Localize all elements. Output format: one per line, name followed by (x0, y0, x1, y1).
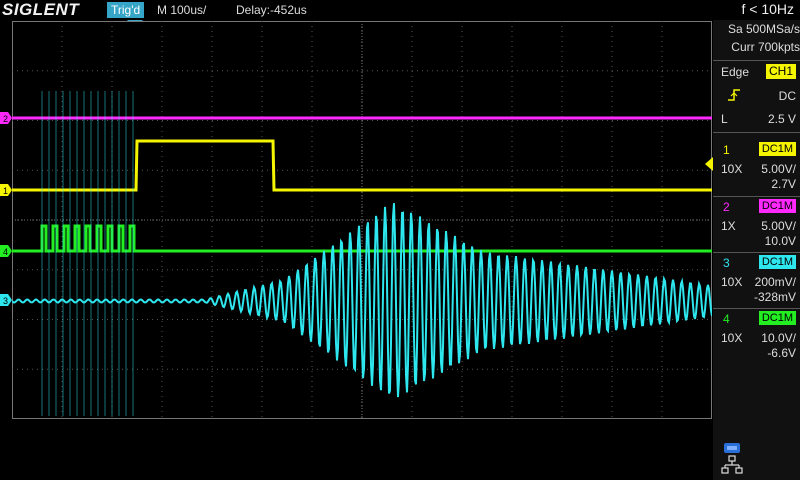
rising-edge-icon (728, 89, 740, 101)
ch4-probe: 10X (721, 331, 743, 345)
ch4-number: 4 (723, 312, 730, 326)
svg-text:2: 2 (3, 114, 8, 124)
divider (713, 196, 800, 197)
ch3-offset: -328mV (753, 290, 796, 304)
trigger-level-marker[interactable] (703, 157, 713, 177)
right-info-panel: Sa 500MSa/s Curr 700kpts Edge CH1 DC L 2… (713, 20, 800, 480)
ch1-trace (12, 139, 712, 192)
network-icon (721, 455, 743, 474)
ch3-scale: 200mV/ (754, 275, 796, 289)
trigger-type: Edge (721, 65, 750, 79)
trigger-level-label: L (721, 112, 728, 126)
trigger-source-badge: CH1 (765, 64, 796, 79)
ch3-marker[interactable]: 3 (0, 294, 12, 306)
sample-rate: Sa 500MSa/s (727, 22, 800, 36)
divider (713, 132, 800, 133)
ch2-number: 2 (723, 200, 730, 214)
ch4-marker[interactable]: 4 (0, 245, 12, 257)
divider (713, 60, 800, 61)
ch3-number: 3 (723, 256, 730, 270)
channel-markers: 2 1 4 3 (0, 112, 12, 306)
ch4-offset: -6.6V (767, 346, 796, 360)
ch2-marker[interactable]: 2 (0, 112, 12, 124)
divider (713, 252, 800, 253)
usb-icon (724, 443, 740, 453)
ch3-coupling-badge: DC1M (758, 255, 796, 269)
ch4-scale: 10.0V/ (761, 331, 796, 345)
ch1-marker[interactable]: 1 (0, 184, 12, 196)
ch1-coupling-badge: DC1M (758, 142, 796, 156)
ch2-probe: 1X (721, 219, 736, 233)
trigger-level-value: 2.5 V (767, 112, 796, 126)
ch2-offset: 10.0V (764, 234, 796, 248)
ch4-coupling-badge: DC1M (758, 311, 796, 325)
status-icons (721, 443, 743, 474)
trigger-coupling: DC (778, 89, 796, 103)
ch3-probe: 10X (721, 275, 743, 289)
ch2-coupling-badge: DC1M (758, 199, 796, 213)
svg-text:3: 3 (3, 296, 8, 306)
memory-depth: Curr 700kpts (731, 40, 800, 54)
ch3-trace (12, 203, 712, 398)
ch2-scale: 5.00V/ (761, 219, 796, 233)
waveform-traces (12, 91, 712, 416)
ch1-number: 1 (723, 143, 730, 157)
waveform-display[interactable] (12, 21, 712, 419)
ch1-probe: 10X (721, 162, 743, 176)
svg-text:4: 4 (3, 247, 8, 257)
divider (713, 308, 800, 309)
ch1-offset: 2.7V (771, 177, 796, 191)
ch1-scale: 5.00V/ (761, 162, 796, 176)
svg-text:1: 1 (3, 186, 8, 196)
ch4-trace (12, 224, 712, 253)
